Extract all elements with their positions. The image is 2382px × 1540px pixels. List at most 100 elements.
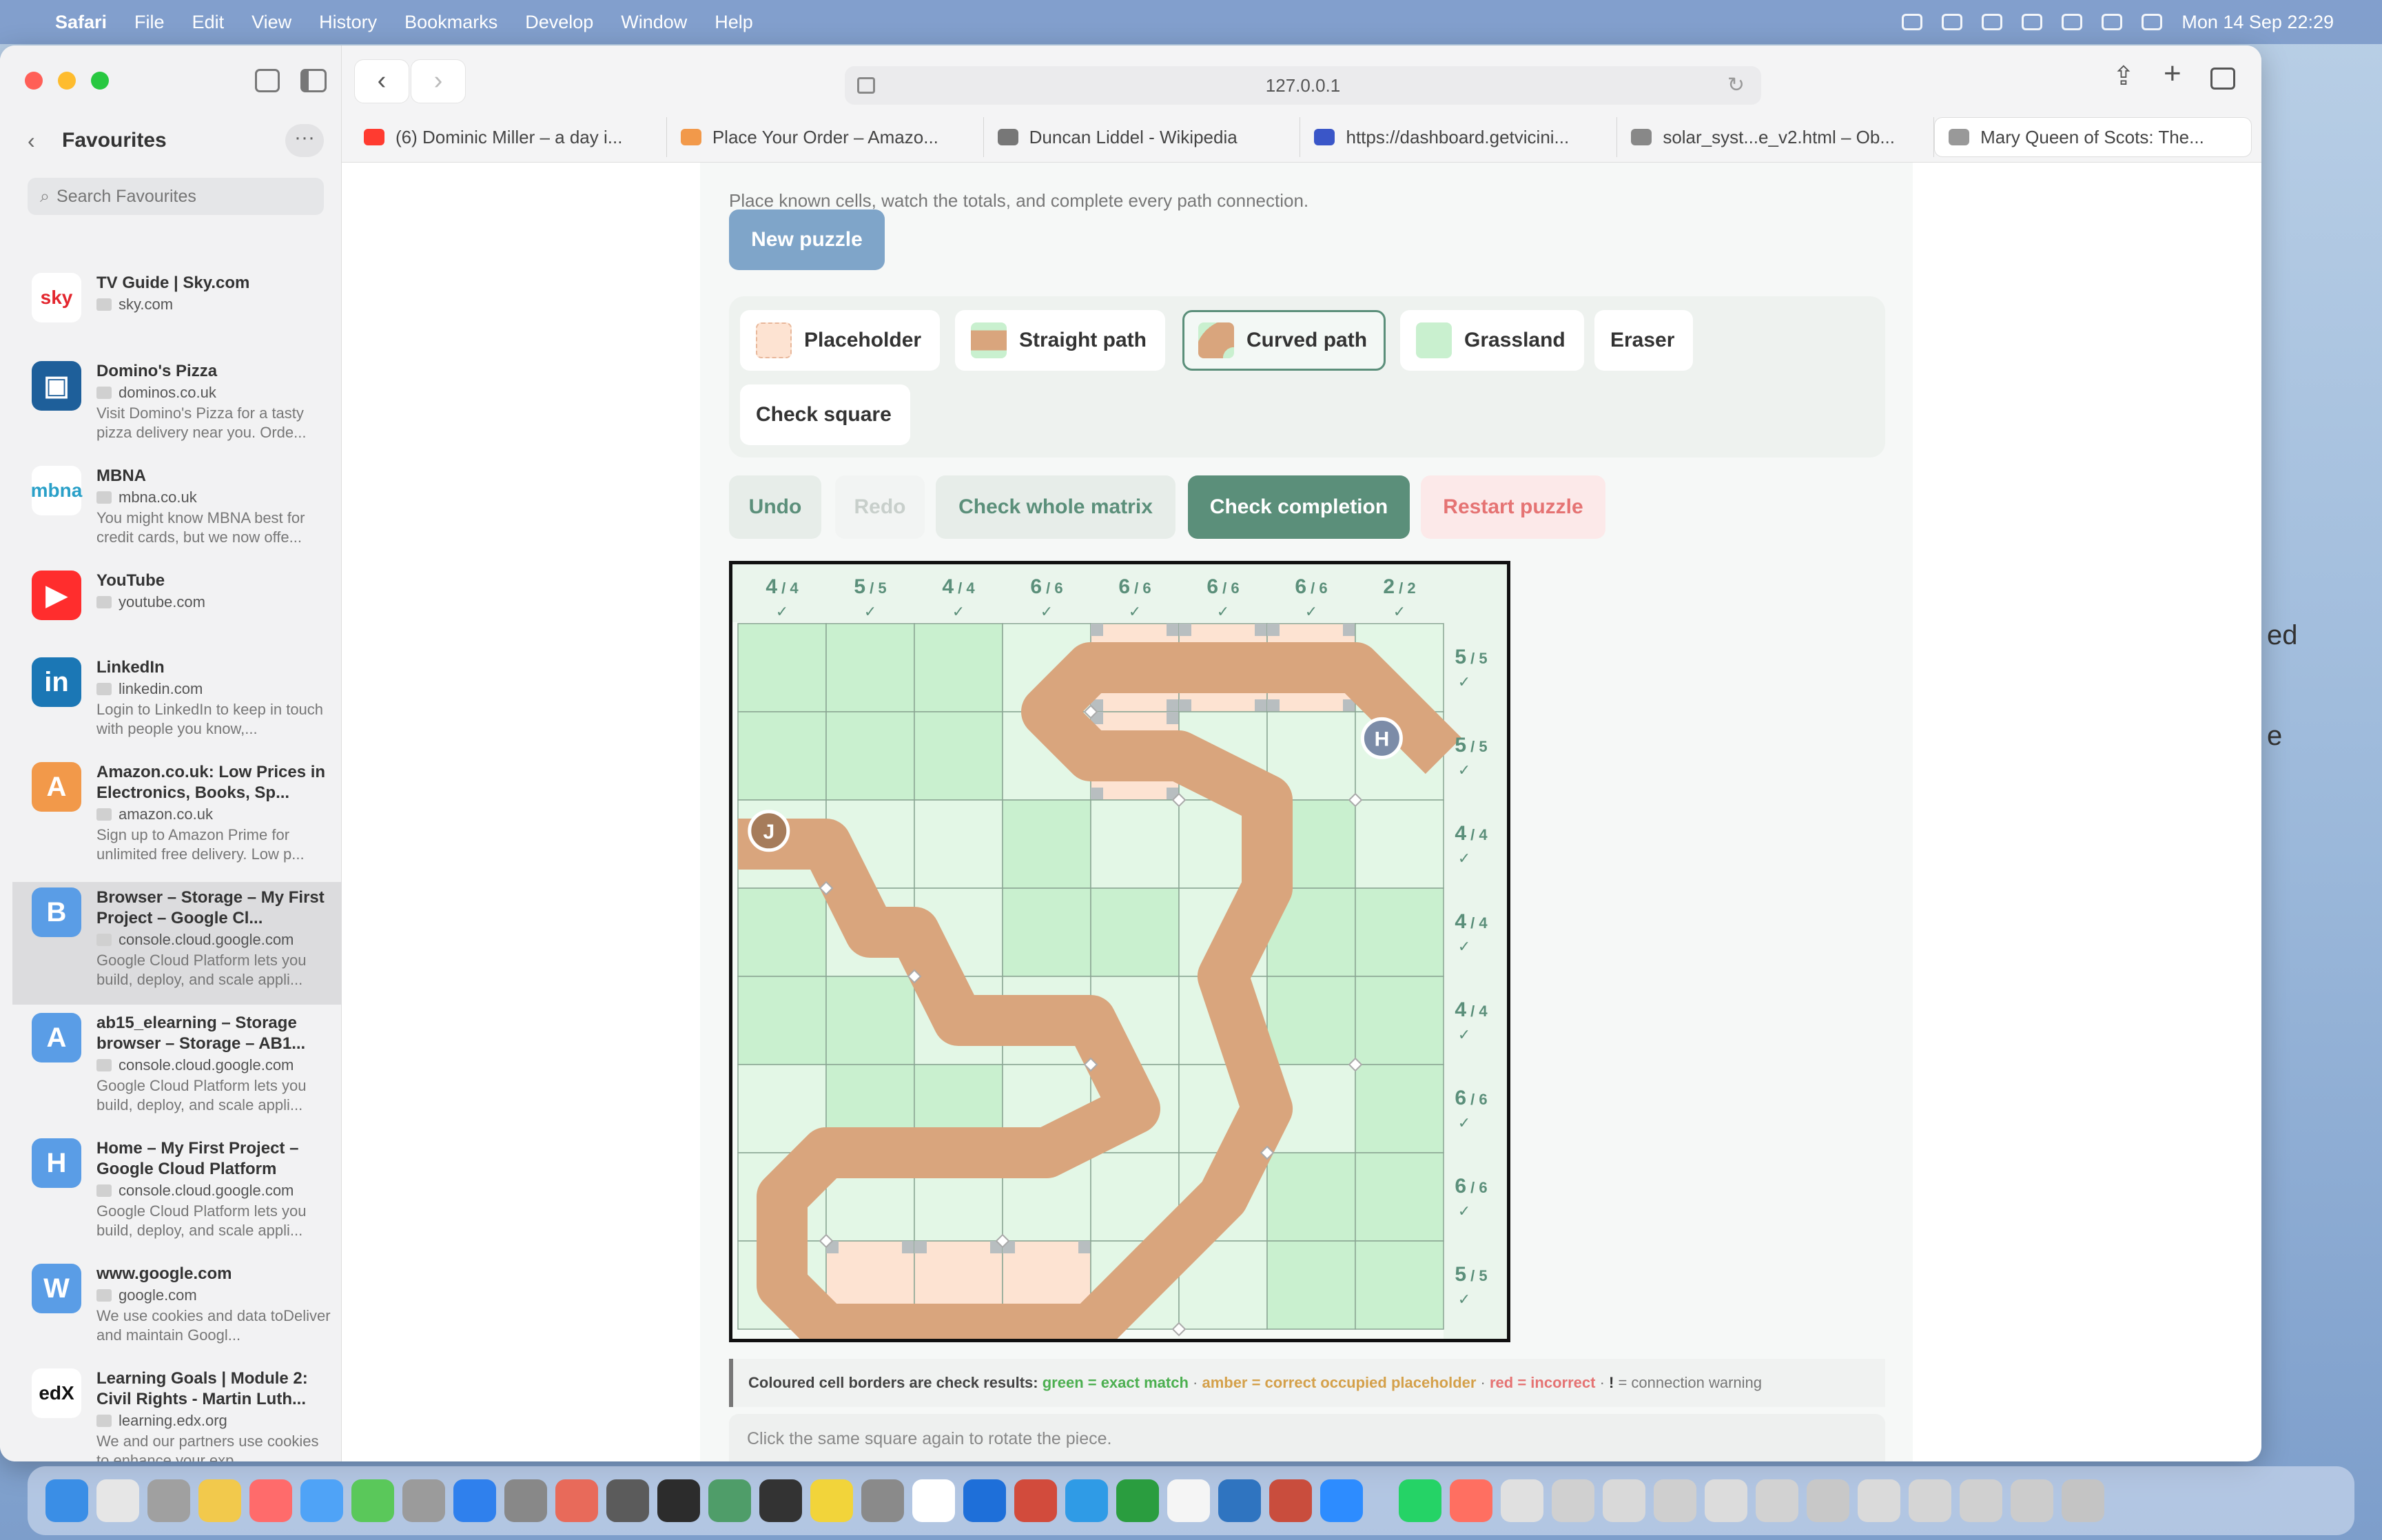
tool-straight-path[interactable]: Straight path (955, 310, 1165, 371)
close-window-button[interactable] (25, 72, 43, 90)
grid-cell[interactable] (825, 623, 915, 712)
dock-app-icon[interactable] (351, 1479, 394, 1522)
control-center-icon[interactable] (2142, 14, 2163, 30)
grid-cell[interactable] (1355, 887, 1444, 977)
browser-tab[interactable]: Duncan Liddel - Wikipedia (984, 117, 1301, 157)
dock-app-icon[interactable] (1501, 1479, 1543, 1522)
reload-icon[interactable]: ↻ (1727, 66, 1745, 105)
grid-cell[interactable] (1090, 799, 1180, 889)
dock-app-icon[interactable] (810, 1479, 853, 1522)
grid-cell[interactable] (737, 887, 827, 977)
dock-app-icon[interactable] (96, 1479, 139, 1522)
undo-button[interactable]: Undo (729, 475, 821, 539)
address-bar[interactable]: 127.0.0.1 ↻ (845, 66, 1761, 105)
dock-app-icon[interactable] (1320, 1479, 1363, 1522)
menu-window[interactable]: Window (621, 12, 687, 33)
dock-app-icon[interactable] (1756, 1479, 1798, 1522)
puzzle-grid[interactable]: 4 / 4✓5 / 5✓4 / 4✓6 / 6✓6 / 6✓6 / 6✓6 / … (732, 564, 1507, 1355)
grid-cell[interactable] (1355, 1152, 1444, 1242)
grid-cell[interactable] (1002, 799, 1091, 889)
dock-app-icon[interactable] (657, 1479, 700, 1522)
browser-tab[interactable]: Place Your Order – Amazo... (667, 117, 984, 157)
grid-cell[interactable] (1355, 1240, 1444, 1330)
grid-cell[interactable] (1090, 887, 1180, 977)
dock-app-icon[interactable] (1450, 1479, 1492, 1522)
menu-develop[interactable]: Develop (525, 12, 593, 33)
zoom-window-button[interactable] (91, 72, 109, 90)
new-tab-group-icon[interactable] (255, 69, 280, 92)
grid-cell[interactable] (1266, 976, 1356, 1065)
share-icon[interactable]: ⇪ (2113, 61, 2135, 92)
dropbox-icon[interactable] (1982, 14, 2003, 30)
dock-app-icon[interactable] (2011, 1479, 2053, 1522)
dock-app-icon[interactable] (1065, 1479, 1108, 1522)
restart-puzzle-button[interactable]: Restart puzzle (1421, 475, 1605, 539)
dock-app-icon[interactable] (1218, 1479, 1261, 1522)
dock-app-icon[interactable] (1167, 1479, 1210, 1522)
dock-app-icon[interactable] (2062, 1479, 2104, 1522)
browser-tab[interactable]: https://dashboard.getvicini... (1300, 117, 1618, 157)
tool-check-square[interactable]: Check square (740, 384, 910, 445)
forward-button[interactable]: › (411, 59, 466, 103)
dock-app-icon[interactable] (1858, 1479, 1900, 1522)
favourite-item[interactable]: sky TV Guide | Sky.com sky.com (12, 267, 342, 353)
favourites-search[interactable]: ⌕ (28, 178, 324, 215)
browser-tab[interactable]: Mary Queen of Scots: The... (1934, 117, 2252, 157)
zoom-status-icon[interactable] (1902, 14, 1923, 30)
grid-cell[interactable] (737, 976, 827, 1065)
favourite-item[interactable]: ▶ YouTube youtube.com (12, 565, 342, 649)
sidebar-toggle-icon[interactable] (300, 69, 327, 92)
grid-cell[interactable] (914, 711, 1003, 801)
favourite-item[interactable]: B Browser – Storage – My First Project – … (12, 882, 342, 1005)
more-options-button[interactable]: ··· (285, 124, 324, 157)
dock-app-icon[interactable] (912, 1479, 955, 1522)
tab-overview-icon[interactable] (2210, 68, 2235, 90)
cloud-icon[interactable] (1942, 14, 1963, 30)
grid-cell[interactable] (1266, 1152, 1356, 1242)
dock-app-icon[interactable] (1014, 1479, 1057, 1522)
dock-app-icon[interactable] (759, 1479, 802, 1522)
grid-cell[interactable] (914, 799, 1003, 889)
dock-app-icon[interactable] (504, 1479, 547, 1522)
dock-app-icon[interactable] (300, 1479, 343, 1522)
page-menu-icon[interactable] (857, 77, 875, 94)
grid-cell[interactable] (1002, 887, 1091, 977)
dock-app-icon[interactable] (453, 1479, 496, 1522)
tool-eraser[interactable]: Eraser (1594, 310, 1694, 371)
grid-cell[interactable] (737, 711, 827, 801)
tool-placeholder[interactable]: Placeholder (740, 310, 941, 371)
dock-app-icon[interactable] (198, 1479, 241, 1522)
favourite-item[interactable]: edX Learning Goals | Module 2: Civil Righ… (12, 1363, 342, 1461)
dock-app-icon[interactable] (1807, 1479, 1849, 1522)
browser-tab[interactable]: (6) Dominic Miller – a day i... (350, 117, 667, 157)
dock-app-icon[interactable] (1603, 1479, 1645, 1522)
dock-app-icon[interactable] (1960, 1479, 2002, 1522)
grid-cell[interactable] (737, 623, 827, 712)
dock-app-icon[interactable] (963, 1479, 1006, 1522)
favourite-item[interactable]: Wwww.google.com google.com We use cookies … (12, 1258, 342, 1360)
favourite-item[interactable]: ▣ Domino's Pizza dominos.co.uk Visit Domino… (12, 356, 342, 458)
dock-app-icon[interactable] (147, 1479, 190, 1522)
check-completion-button[interactable]: Check completion (1188, 475, 1410, 539)
dock-app-icon[interactable] (1654, 1479, 1696, 1522)
tool-curved-path[interactable]: Curved path (1182, 310, 1386, 371)
dock-app-icon[interactable] (1705, 1479, 1747, 1522)
tool-grassland[interactable]: Grassland (1400, 310, 1584, 371)
redo-button[interactable]: Redo (835, 475, 925, 539)
menu-view[interactable]: View (251, 12, 291, 33)
dock-app-icon[interactable] (1399, 1479, 1441, 1522)
menu-edit[interactable]: Edit (192, 12, 225, 33)
menu-history[interactable]: History (319, 12, 377, 33)
grid-cell[interactable] (914, 623, 1003, 712)
browser-tab[interactable]: solar_syst...e_v2.html – Ob... (1617, 117, 1935, 157)
menu-app-name[interactable]: Safari (55, 12, 107, 33)
menu-file[interactable]: File (134, 12, 165, 33)
check-whole-matrix-button[interactable]: Check whole matrix (936, 475, 1175, 539)
favourite-item[interactable]: H Home – My First Project – Google Cloud … (12, 1133, 342, 1255)
battery-icon[interactable] (2062, 14, 2083, 30)
dock-app-icon[interactable] (45, 1479, 88, 1522)
dock-app-icon[interactable] (1116, 1479, 1159, 1522)
grid-cell[interactable] (825, 976, 915, 1065)
dock-app-icon[interactable] (555, 1479, 598, 1522)
dock-app-icon[interactable] (708, 1479, 751, 1522)
